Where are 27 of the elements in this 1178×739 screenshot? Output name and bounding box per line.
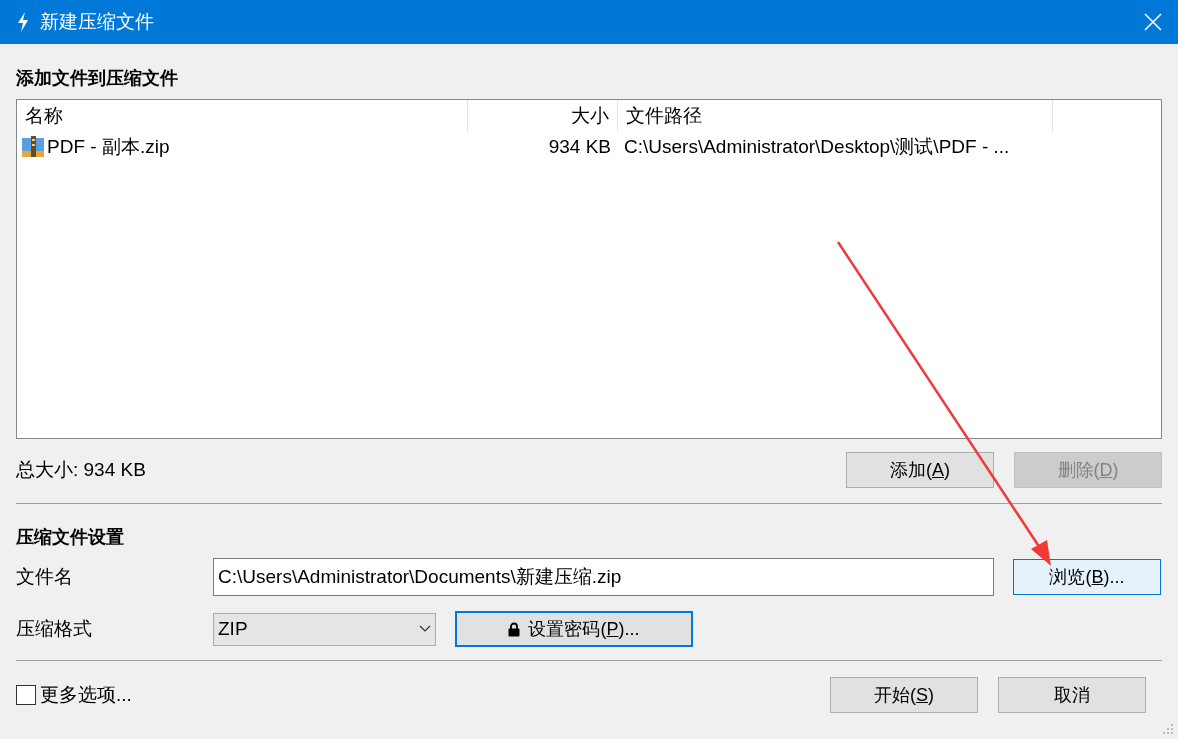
lightning-icon — [16, 12, 30, 32]
password-button[interactable]: 设置密码(P)... — [455, 611, 693, 647]
column-header[interactable]: 名称 — [17, 100, 468, 132]
field-label: 压缩格式 — [16, 616, 93, 641]
lock-icon — [508, 621, 521, 637]
total-size: 总大小: 934 KB — [16, 457, 147, 482]
section-heading: 添加文件到压缩文件 — [16, 67, 179, 90]
format-dropdown[interactable]: ZIP — [213, 612, 436, 646]
resize-grip-icon[interactable] — [1162, 723, 1174, 735]
filename-field[interactable]: C:\Users\Administrator\Documents\新建压缩.zip — [213, 558, 994, 596]
close-icon[interactable] — [1144, 13, 1162, 31]
start-button[interactable]: 开始(S) — [830, 677, 978, 713]
chevron-down-icon — [419, 625, 431, 633]
section-heading: 压缩文件设置 — [16, 526, 125, 549]
file-size: 934 KB — [547, 134, 612, 159]
field-label: 文件名 — [16, 564, 74, 589]
checkbox[interactable] — [16, 685, 36, 705]
window-title: 新建压缩文件 — [40, 9, 154, 34]
checkbox-label[interactable]: 更多选项... — [40, 680, 132, 710]
browse-button[interactable]: 浏览(B)... — [1013, 559, 1161, 595]
archive-icon — [21, 136, 45, 158]
column-header[interactable]: 大小 — [468, 100, 618, 132]
file-path: C:\Users\Administrator\Desktop\测试\PDF - ... — [623, 134, 1011, 159]
cancel-button[interactable]: 取消 — [998, 677, 1146, 713]
column-header[interactable]: 文件路径 — [618, 100, 1053, 132]
file-name[interactable]: PDF - 副本.zip — [47, 132, 170, 162]
add-button[interactable]: 添加(A) — [846, 452, 994, 488]
